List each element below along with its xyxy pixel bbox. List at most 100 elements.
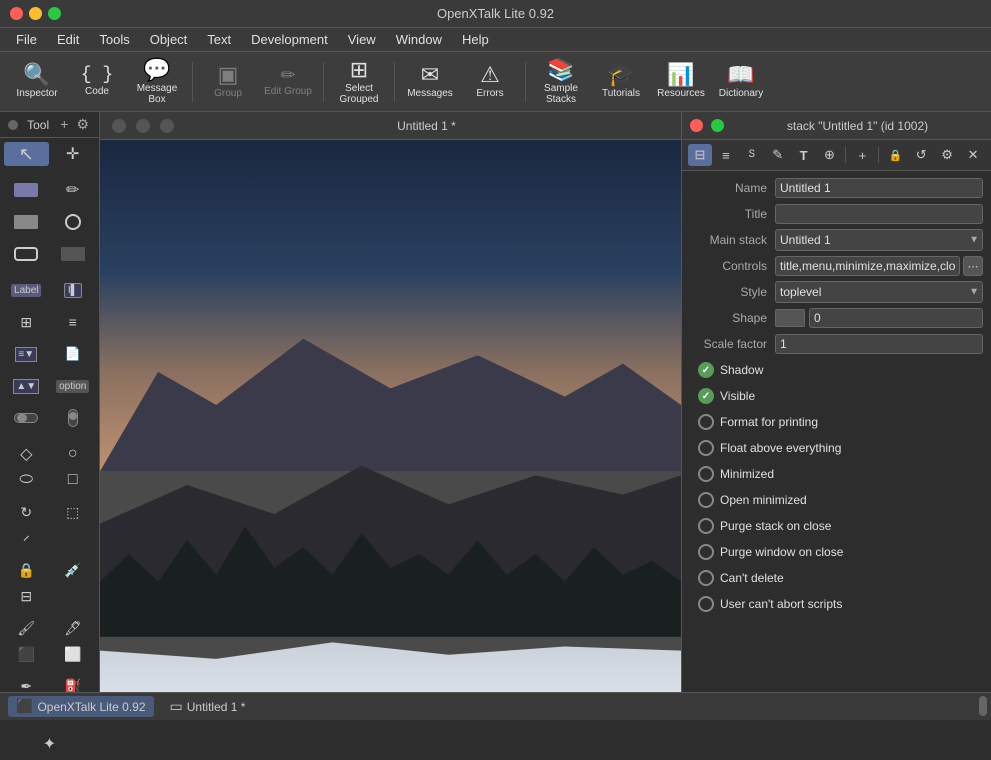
- insp-btn-list[interactable]: ≡: [714, 144, 738, 166]
- menu-file[interactable]: File: [8, 30, 45, 49]
- insp-btn-text[interactable]: T: [792, 144, 816, 166]
- tool-ellipse[interactable]: ⬭: [4, 468, 49, 492]
- insp-btn-add[interactable]: +: [850, 144, 874, 166]
- menu-development[interactable]: Development: [243, 30, 336, 49]
- tool-rounded-rect[interactable]: [4, 242, 49, 266]
- insp-btn-gear2[interactable]: ⚙: [935, 144, 959, 166]
- tool-field[interactable]: I▌: [51, 278, 96, 302]
- cb-visible[interactable]: Visible: [698, 388, 983, 404]
- minimize-button[interactable]: [29, 7, 42, 20]
- tool-option[interactable]: option: [51, 374, 96, 398]
- tool-dark-rect[interactable]: [51, 242, 96, 266]
- toolbar-inspector[interactable]: 🔍 Inspector: [8, 55, 66, 109]
- tool-line[interactable]: −: [4, 526, 49, 550]
- controls-input[interactable]: [775, 256, 960, 276]
- taskbar-app-item[interactable]: ⬛ OpenXTalk Lite 0.92: [8, 696, 154, 717]
- tool-pencil[interactable]: ✏: [51, 178, 96, 202]
- toolbar-errors[interactable]: ⚠ Errors: [461, 55, 519, 109]
- tool-list[interactable]: ≡: [51, 310, 96, 334]
- tool-star[interactable]: ✦: [4, 732, 95, 756]
- cb-minimized[interactable]: Minimized: [698, 466, 983, 482]
- tool-diamond[interactable]: ◇: [4, 442, 49, 466]
- insp-btn-settings[interactable]: ⊕: [818, 144, 842, 166]
- cb-float[interactable]: Float above everything: [698, 440, 983, 456]
- toolbar-tutorials[interactable]: 🎓 Tutorials: [592, 55, 650, 109]
- toolbar-resources[interactable]: 📊 Resources: [652, 55, 710, 109]
- style-select[interactable]: toplevel palette modal modeless sheet: [775, 281, 983, 303]
- cb-shadow[interactable]: Shadow: [698, 362, 983, 378]
- tool-fill[interactable]: ⬛: [4, 642, 49, 666]
- tool-add-button[interactable]: +: [58, 116, 70, 133]
- menu-object[interactable]: Object: [142, 30, 196, 49]
- menu-edit[interactable]: Edit: [49, 30, 87, 49]
- cb-format[interactable]: Format for printing: [698, 414, 983, 430]
- scale-factor-input[interactable]: [775, 334, 983, 354]
- tool-eraser[interactable]: ⬜: [51, 642, 96, 666]
- inspector-close-btn[interactable]: [690, 119, 703, 132]
- tool-circle-outline[interactable]: ○: [51, 442, 96, 466]
- tool-rect-outline[interactable]: [4, 210, 49, 234]
- tool-scrollbar[interactable]: [4, 406, 49, 430]
- menu-view[interactable]: View: [340, 30, 384, 49]
- tool-filled-rect[interactable]: [4, 178, 49, 202]
- tool-paint[interactable]: 🖌: [4, 616, 49, 640]
- taskbar-scrollbar[interactable]: [979, 696, 987, 716]
- cb-purge-window[interactable]: Purge window on close: [698, 544, 983, 560]
- name-input[interactable]: [775, 178, 983, 198]
- controls-edit-btn[interactable]: ⋯: [963, 256, 983, 276]
- insp-btn-close[interactable]: ✕: [961, 144, 985, 166]
- cb-open-minimized[interactable]: Open minimized: [698, 492, 983, 508]
- canvas-content[interactable]: [100, 140, 681, 692]
- maximize-button[interactable]: [48, 7, 61, 20]
- toolbar-code[interactable]: { } Code: [68, 55, 126, 109]
- tool-oval[interactable]: [51, 210, 96, 234]
- canvas-close-btn[interactable]: [112, 119, 126, 133]
- toolbar-sample-stacks[interactable]: 📚 Sample Stacks: [532, 55, 590, 109]
- tool-scrollbar-v[interactable]: [51, 406, 96, 430]
- insp-btn-undo[interactable]: ↺: [909, 144, 933, 166]
- canvas-min-btn[interactable]: [136, 119, 150, 133]
- menu-text[interactable]: Text: [199, 30, 239, 49]
- close-button[interactable]: [10, 7, 23, 20]
- insp-btn-pen[interactable]: ✎: [766, 144, 790, 166]
- toolbar: 🔍 Inspector { } Code 💬 Message Box ▣ Gro…: [0, 52, 991, 112]
- insp-btn-lock[interactable]: 🔒: [883, 144, 907, 166]
- taskbar-canvas-item[interactable]: ▭ Untitled 1 *: [162, 696, 254, 717]
- diamond-icon: ◇: [20, 444, 32, 464]
- tool-marquee[interactable]: ⬚: [51, 500, 96, 524]
- toolbar-message-box[interactable]: 💬 Message Box: [128, 55, 186, 109]
- menu-tools[interactable]: Tools: [91, 30, 137, 49]
- tool-file[interactable]: 📄: [51, 342, 96, 366]
- canvas-max-btn[interactable]: [160, 119, 174, 133]
- tool-text-grid: Label I▌: [0, 274, 99, 306]
- inspector-zoom-btn[interactable]: [711, 119, 724, 132]
- menu-help[interactable]: Help: [454, 30, 497, 49]
- tool-settings-button[interactable]: ⚙: [74, 116, 91, 133]
- shape-input[interactable]: [809, 308, 983, 328]
- tool-arrow[interactable]: ↖: [4, 142, 49, 166]
- insp-btn-script[interactable]: S: [740, 144, 764, 166]
- menu-window[interactable]: Window: [388, 30, 450, 49]
- toolbar-messages[interactable]: ✉ Messages: [401, 55, 459, 109]
- tool-rotate[interactable]: ↻: [4, 500, 49, 524]
- title-input[interactable]: [775, 204, 983, 224]
- tool-eyedropper[interactable]: 💉: [51, 558, 96, 582]
- tool-label[interactable]: Label: [4, 278, 49, 302]
- tool-stepper[interactable]: ▲▼: [4, 374, 49, 398]
- toolbar-dictionary[interactable]: 📖 Dictionary: [712, 55, 770, 109]
- tool-square[interactable]: □: [51, 468, 96, 492]
- tool-lines[interactable]: ⊟: [4, 584, 49, 608]
- tool-table[interactable]: ⊞: [4, 310, 49, 334]
- tool-spray[interactable]: 🖋: [51, 616, 96, 640]
- toolbar-select-grouped[interactable]: ⊞ Select Grouped: [330, 55, 388, 109]
- insp-btn-basic[interactable]: ⊟: [688, 144, 712, 166]
- cb-user-abort[interactable]: User can't abort scripts: [698, 596, 983, 612]
- tool-combo[interactable]: ≡▼: [4, 342, 49, 366]
- main-stack-select[interactable]: Untitled 1: [775, 229, 983, 251]
- cb-purge-stack[interactable]: Purge stack on close: [698, 518, 983, 534]
- toolbar-sep-2: [323, 62, 324, 102]
- tool-lock[interactable]: 🔒: [4, 558, 49, 582]
- cb-cant-delete[interactable]: Can't delete: [698, 570, 983, 586]
- inspector-icon: 🔍: [23, 64, 50, 86]
- tool-pointer[interactable]: ✛: [51, 142, 96, 166]
